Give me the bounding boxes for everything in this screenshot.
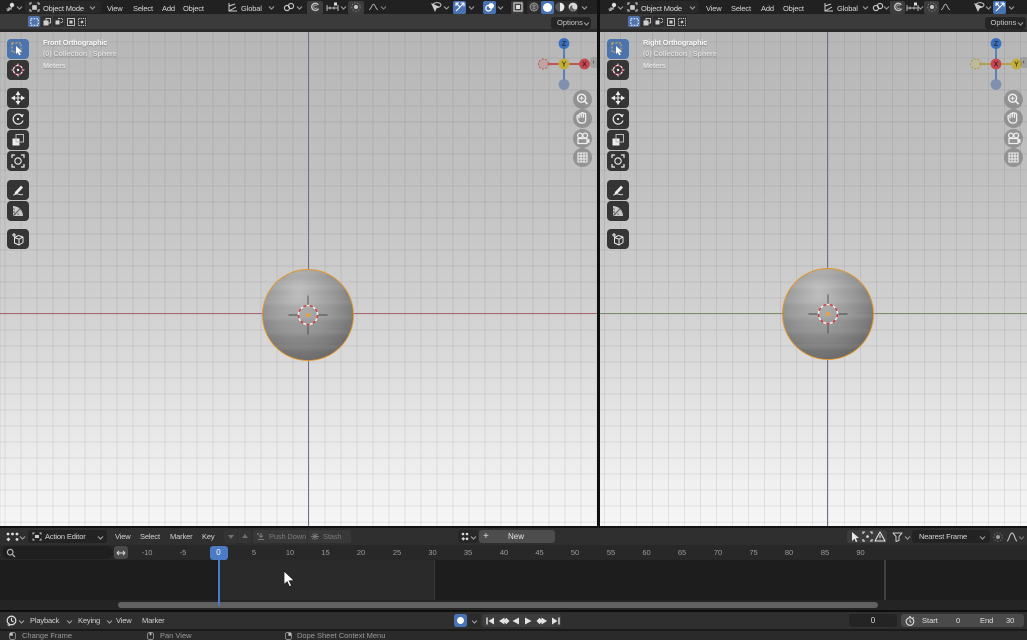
svg-text:X: X [582, 62, 587, 69]
svg-text:Z: Z [561, 41, 566, 48]
svg-text:Z: Z [994, 41, 999, 48]
svg-text:Y: Y [1014, 62, 1019, 69]
svg-text:Y: Y [561, 62, 566, 69]
svg-text:X: X [994, 62, 999, 69]
